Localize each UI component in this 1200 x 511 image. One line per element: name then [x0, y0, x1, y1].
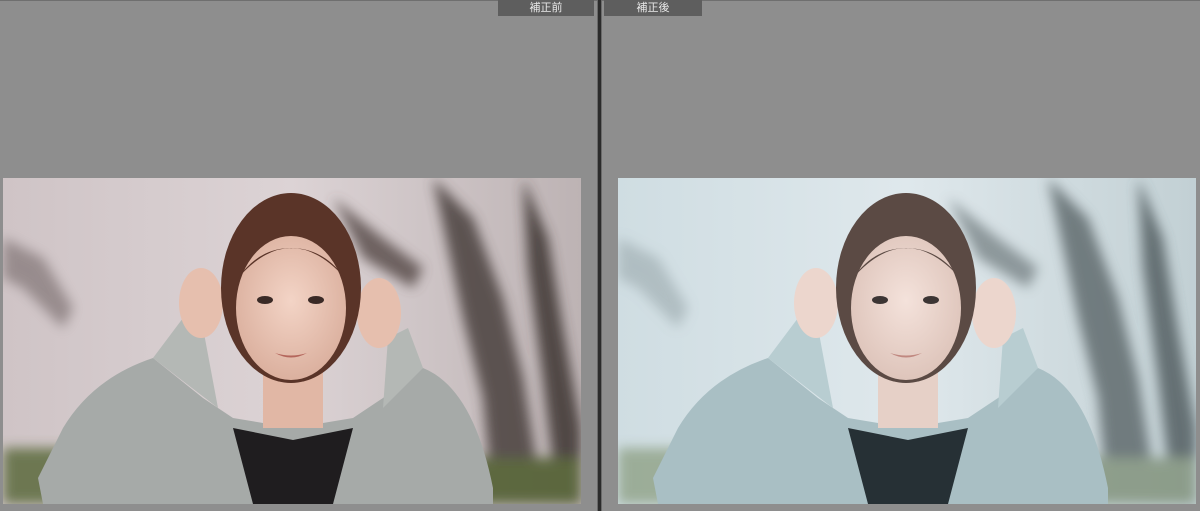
portrait-photo-icon — [3, 178, 581, 504]
before-after-compare-view: 補正前 補正後 — [0, 0, 1200, 511]
after-panel[interactable]: 補正後 — [602, 0, 1200, 511]
before-photo[interactable] — [3, 178, 581, 504]
after-label: 補正後 — [604, 0, 702, 16]
before-panel[interactable]: 補正前 — [0, 0, 597, 511]
after-photo[interactable] — [618, 178, 1196, 504]
before-label: 補正前 — [498, 0, 594, 16]
portrait-photo-icon — [618, 178, 1196, 504]
